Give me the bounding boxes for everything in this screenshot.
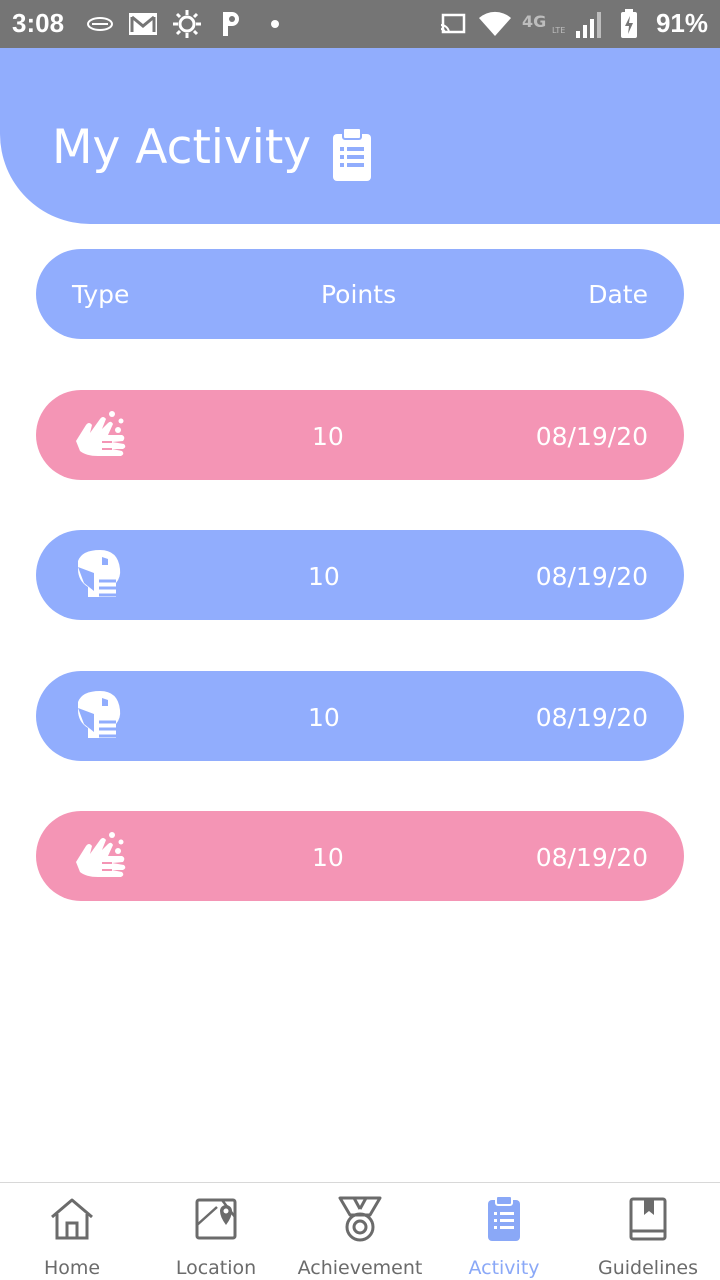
status-time: 3:08 [12, 8, 65, 38]
svg-text:4G: 4G [522, 12, 546, 31]
row-date: 08/19/20 [535, 422, 648, 451]
nav-guidelines[interactable]: Guidelines [576, 1183, 720, 1280]
notification-dot-icon [270, 10, 280, 38]
nav-label: Location [175, 1257, 257, 1279]
nav-label: Activity [468, 1257, 540, 1279]
hand-wash-icon [72, 828, 128, 884]
clipboard-icon [332, 127, 372, 187]
home-icon [48, 1195, 96, 1243]
cast-icon [440, 10, 466, 38]
activity-row[interactable]: 10 08/19/20 [36, 530, 684, 620]
network-4g-icon: 4G LTE [522, 10, 566, 38]
face-mask-icon [72, 547, 128, 603]
nav-location[interactable]: Location [144, 1183, 288, 1280]
row-date: 08/19/20 [535, 843, 648, 872]
activity-row[interactable]: 10 08/19/20 [36, 811, 684, 901]
row-date: 08/19/20 [535, 703, 648, 732]
column-date: Date [588, 280, 648, 309]
nav-home[interactable]: Home [0, 1183, 144, 1280]
column-points: Points [321, 280, 397, 309]
settings-sun-icon [172, 10, 202, 38]
row-points: 10 [308, 562, 340, 591]
medal-icon [336, 1195, 384, 1243]
page-title: My Activity [52, 120, 312, 175]
nav-label: Achievement [297, 1257, 423, 1279]
activity-row[interactable]: 10 08/19/20 [36, 671, 684, 761]
activity-row[interactable]: 10 08/19/20 [36, 390, 684, 480]
nav-label: Home [43, 1257, 101, 1279]
table-header: Type Points Date [36, 249, 684, 339]
column-type: Type [72, 280, 130, 309]
status-bar: 3:08 4G LTE 91% [0, 0, 720, 48]
book-icon [624, 1195, 672, 1243]
nav-activity[interactable]: Activity [432, 1183, 576, 1280]
signal-icon [574, 10, 606, 38]
row-date: 08/19/20 [535, 562, 648, 591]
nav-label: Guidelines [598, 1257, 698, 1279]
row-points: 10 [308, 703, 340, 732]
face-mask-icon [72, 688, 128, 744]
clipboard-icon [480, 1195, 528, 1243]
row-points: 10 [312, 843, 344, 872]
battery-percentage: 91% [655, 8, 708, 38]
gmail-icon [128, 10, 158, 38]
bottom-nav: Home Location Achievement Activity Guide… [0, 1182, 720, 1280]
wifi-icon [478, 10, 512, 38]
svg-text:LTE: LTE [552, 26, 565, 35]
vpn-icon [86, 10, 114, 38]
battery-icon [620, 9, 638, 38]
map-icon [192, 1195, 240, 1243]
page-header: My Activity [0, 48, 720, 224]
hand-wash-icon [72, 407, 128, 463]
nav-achievement[interactable]: Achievement [288, 1183, 432, 1280]
row-points: 10 [312, 422, 344, 451]
p-app-icon [220, 10, 242, 38]
